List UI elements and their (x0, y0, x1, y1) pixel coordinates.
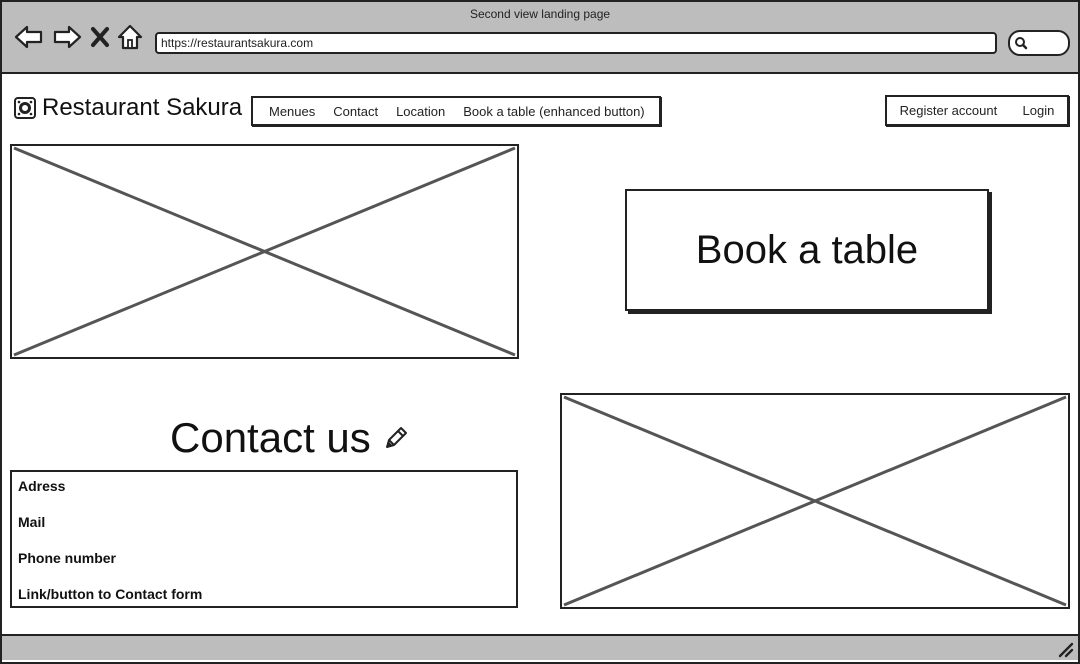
contact-form-link[interactable]: Link/button to Contact form (18, 586, 202, 602)
search-icon (1015, 37, 1028, 50)
arrow-right-icon (53, 25, 82, 49)
site-name: Restaurant Sakura (42, 94, 243, 121)
back-button[interactable] (14, 22, 44, 52)
home-button[interactable] (116, 22, 144, 52)
menu-item-contact[interactable]: Contact (333, 104, 378, 119)
placeholder-cross (563, 395, 1067, 607)
menu-item-book-table[interactable]: Book a table (enhanced button) (463, 104, 644, 119)
register-account-link[interactable]: Register account (900, 103, 998, 118)
contact-mail: Mail (18, 514, 46, 530)
book-table-label: Book a table (695, 227, 919, 272)
browser-chrome: Second view landing page https://restaur… (2, 2, 1078, 74)
status-bar (2, 634, 1078, 660)
menu-item-menues[interactable]: Menues (269, 104, 315, 119)
main-menu: Menues Contact Location Book a table (en… (251, 96, 661, 126)
site-logo[interactable]: Restaurant Sakura (14, 94, 242, 122)
close-icon (91, 27, 109, 47)
home-icon (117, 24, 143, 50)
search-button[interactable] (1008, 30, 1070, 56)
browser-window: Second view landing page https://restaur… (0, 0, 1080, 664)
image-placeholder-top (10, 144, 519, 359)
arrow-left-icon (14, 25, 43, 49)
menu-item-location[interactable]: Location (396, 104, 445, 119)
login-link[interactable]: Login (1023, 103, 1055, 118)
page-content: Restaurant Sakura Menues Contact Locatio… (2, 74, 1078, 634)
book-table-button[interactable]: Book a table (625, 189, 989, 311)
logo-icon (14, 97, 36, 119)
contact-info-box: Adress Mail Phone number Link/button to … (10, 470, 518, 608)
account-menu: Register account Login (885, 95, 1069, 126)
forward-button[interactable] (52, 22, 82, 52)
url-input[interactable]: https://restaurantsakura.com (155, 32, 997, 54)
window-title: Second view landing page (469, 7, 611, 21)
stop-button[interactable] (90, 22, 110, 52)
pencil-icon[interactable] (383, 425, 409, 451)
image-placeholder-bottom (560, 393, 1070, 609)
contact-phone: Phone number (18, 550, 117, 566)
resize-grip-icon[interactable] (1056, 640, 1074, 658)
placeholder-cross (13, 146, 516, 357)
contact-address: Adress (18, 478, 66, 494)
contact-title: Contact us (170, 414, 371, 461)
contact-heading: Contact us (170, 414, 409, 462)
